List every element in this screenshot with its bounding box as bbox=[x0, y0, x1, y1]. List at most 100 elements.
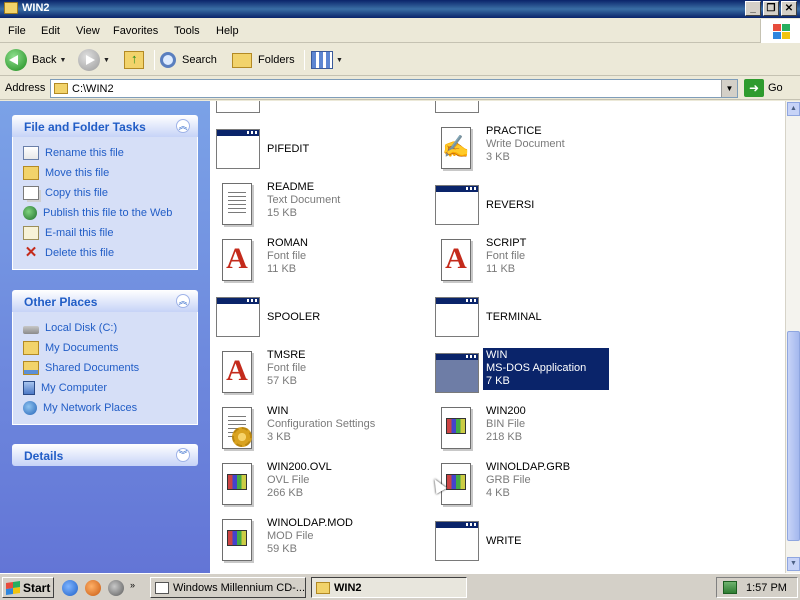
chevron-down-icon[interactable]: ▼ bbox=[336, 57, 343, 64]
start-label: Start bbox=[23, 580, 51, 595]
internet-explorer-icon[interactable] bbox=[62, 580, 78, 596]
up-folder-button[interactable]: ↑ bbox=[124, 48, 144, 72]
rename-file-link[interactable]: Rename this file bbox=[23, 143, 197, 163]
details-header[interactable]: Details ︾ bbox=[12, 444, 198, 466]
file-item[interactable]: WINOLDAP.MOD MOD File 59 KB bbox=[210, 515, 410, 567]
menu-edit[interactable]: Edit bbox=[41, 25, 60, 37]
views-button[interactable]: ▼ bbox=[311, 48, 343, 72]
file-item[interactable]: A ROMAN Font file 11 KB bbox=[210, 235, 410, 287]
file-item[interactable]: PIFEDIT bbox=[210, 123, 410, 175]
copy-icon bbox=[23, 186, 39, 200]
email-file-link[interactable]: E-mail this file bbox=[23, 223, 197, 243]
copy-file-link[interactable]: Copy this file bbox=[23, 183, 197, 203]
rename-icon bbox=[23, 146, 39, 160]
other-places-header[interactable]: Other Places ︽ bbox=[12, 290, 198, 312]
restore-button[interactable]: ❐ bbox=[763, 1, 779, 16]
taskbar-button-win2[interactable]: WIN2 bbox=[311, 577, 467, 598]
app-window-icon bbox=[216, 297, 260, 337]
my-computer-link[interactable]: My Computer bbox=[23, 378, 197, 398]
file-size: 11 KB bbox=[486, 263, 516, 275]
file-size: 266 KB bbox=[267, 487, 304, 499]
menu-help[interactable]: Help bbox=[216, 25, 239, 37]
delete-file-link[interactable]: ✕ Delete this file bbox=[23, 243, 197, 263]
file-item[interactable]: SPOOLER bbox=[210, 291, 410, 343]
file-item[interactable]: WINOLDAP.GRB GRB File 4 KB bbox=[429, 459, 629, 511]
file-name: WIN200.OVL bbox=[267, 461, 332, 473]
app-window-icon[interactable] bbox=[435, 101, 479, 113]
file-type: Font file bbox=[267, 250, 307, 262]
app-shortcut-icon[interactable] bbox=[108, 580, 124, 596]
taskbar: Start » Windows Millennium CD-... WIN2 1… bbox=[0, 573, 800, 600]
back-button[interactable]: Back ▼ bbox=[5, 48, 66, 72]
start-button[interactable]: Start bbox=[2, 577, 54, 598]
file-name: WIN bbox=[486, 349, 508, 361]
file-type: Text Document bbox=[267, 194, 341, 206]
scroll-thumb[interactable] bbox=[787, 331, 800, 541]
my-documents-link[interactable]: My Documents bbox=[23, 338, 197, 358]
file-size: 218 KB bbox=[486, 431, 523, 443]
scroll-up-icon[interactable]: ▲ bbox=[787, 102, 800, 116]
chevron-down-icon[interactable]: ▼ bbox=[103, 57, 110, 64]
file-item[interactable]: WIN200.OVL OVL File 266 KB bbox=[210, 459, 410, 511]
shared-documents-link[interactable]: Shared Documents bbox=[23, 358, 197, 378]
folders-button[interactable]: Folders bbox=[232, 48, 295, 72]
forward-button[interactable]: ▼ bbox=[78, 48, 110, 72]
collapse-icon[interactable]: ︽ bbox=[176, 294, 190, 308]
toolbar: Back ▼ ▼ ↑ Search Folders ▼ bbox=[0, 44, 800, 76]
file-item[interactable]: REVERSI bbox=[429, 179, 629, 231]
file-name: WINOLDAP.MOD bbox=[267, 517, 353, 529]
folder-icon bbox=[4, 2, 18, 14]
file-item-selected[interactable]: WIN MS-DOS Application 7 KB bbox=[429, 347, 629, 399]
chevron-down-icon[interactable]: ▼ bbox=[721, 80, 737, 97]
file-item[interactable]: A TMSRE Font file 57 KB bbox=[210, 347, 410, 399]
search-button[interactable]: Search bbox=[160, 48, 217, 72]
folder-icon bbox=[54, 83, 68, 94]
scroll-down-icon[interactable]: ▼ bbox=[787, 557, 800, 571]
close-button[interactable]: ✕ bbox=[781, 1, 797, 16]
text-document-icon bbox=[222, 183, 252, 225]
menu-file[interactable]: File bbox=[8, 25, 26, 37]
app-window-icon[interactable] bbox=[216, 101, 260, 113]
expand-icon[interactable]: ︾ bbox=[176, 448, 190, 462]
go-button[interactable]: ➜ Go bbox=[744, 79, 783, 97]
menu-view[interactable]: View bbox=[76, 25, 100, 37]
file-name: PRACTICE bbox=[486, 125, 542, 137]
address-input[interactable]: C:\WIN2 ▼ bbox=[50, 79, 738, 98]
file-item[interactable]: WIN200 BIN File 218 KB bbox=[429, 403, 629, 455]
network-tray-icon[interactable] bbox=[723, 581, 737, 594]
taskbar-button-cd[interactable]: Windows Millennium CD-... bbox=[150, 577, 306, 598]
file-name: TMSRE bbox=[267, 349, 306, 361]
file-item[interactable]: WRITE bbox=[429, 515, 629, 567]
menu-favorites[interactable]: Favorites bbox=[113, 25, 158, 37]
back-arrow-icon bbox=[5, 49, 27, 71]
task-label: Publish this file to the Web bbox=[43, 207, 173, 219]
menu-tools[interactable]: Tools bbox=[174, 25, 200, 37]
file-item[interactable]: A SCRIPT Font file 11 KB bbox=[429, 235, 629, 287]
my-network-places-link[interactable]: My Network Places bbox=[23, 398, 197, 418]
delete-icon: ✕ bbox=[24, 244, 38, 261]
system-tray: 1:57 PM bbox=[716, 577, 798, 598]
chevron-down-icon[interactable]: ▼ bbox=[59, 57, 66, 64]
title-bar[interactable]: WIN2 _ ❐ ✕ bbox=[0, 0, 800, 18]
minimize-button[interactable]: _ bbox=[745, 1, 761, 16]
vertical-scrollbar[interactable]: ▲ ▼ bbox=[785, 101, 800, 573]
file-item[interactable]: TERMINAL bbox=[429, 291, 629, 343]
file-item[interactable]: ✍ PRACTICE Write Document 3 KB bbox=[429, 123, 629, 175]
go-label: Go bbox=[768, 82, 783, 94]
file-item[interactable]: WIN Configuration Settings 3 KB bbox=[210, 403, 410, 455]
firefox-icon[interactable] bbox=[85, 580, 101, 596]
details-panel: Details ︾ bbox=[12, 444, 198, 466]
chevron-right-icon[interactable]: » bbox=[130, 580, 135, 590]
local-disk-link[interactable]: Local Disk (C:) bbox=[23, 318, 197, 338]
email-icon bbox=[23, 226, 39, 240]
file-item[interactable]: README Text Document 15 KB bbox=[210, 179, 410, 231]
file-tasks-header[interactable]: File and Folder Tasks ︽ bbox=[12, 115, 198, 137]
place-label: My Computer bbox=[41, 382, 108, 394]
app-window-icon bbox=[216, 129, 260, 169]
gear-icon bbox=[232, 427, 252, 447]
taskbar-button-label: WIN2 bbox=[334, 581, 362, 594]
toolbar-separator bbox=[304, 50, 305, 70]
collapse-icon[interactable]: ︽ bbox=[176, 119, 190, 133]
publish-file-link[interactable]: Publish this file to the Web bbox=[23, 203, 197, 223]
move-file-link[interactable]: Move this file bbox=[23, 163, 197, 183]
